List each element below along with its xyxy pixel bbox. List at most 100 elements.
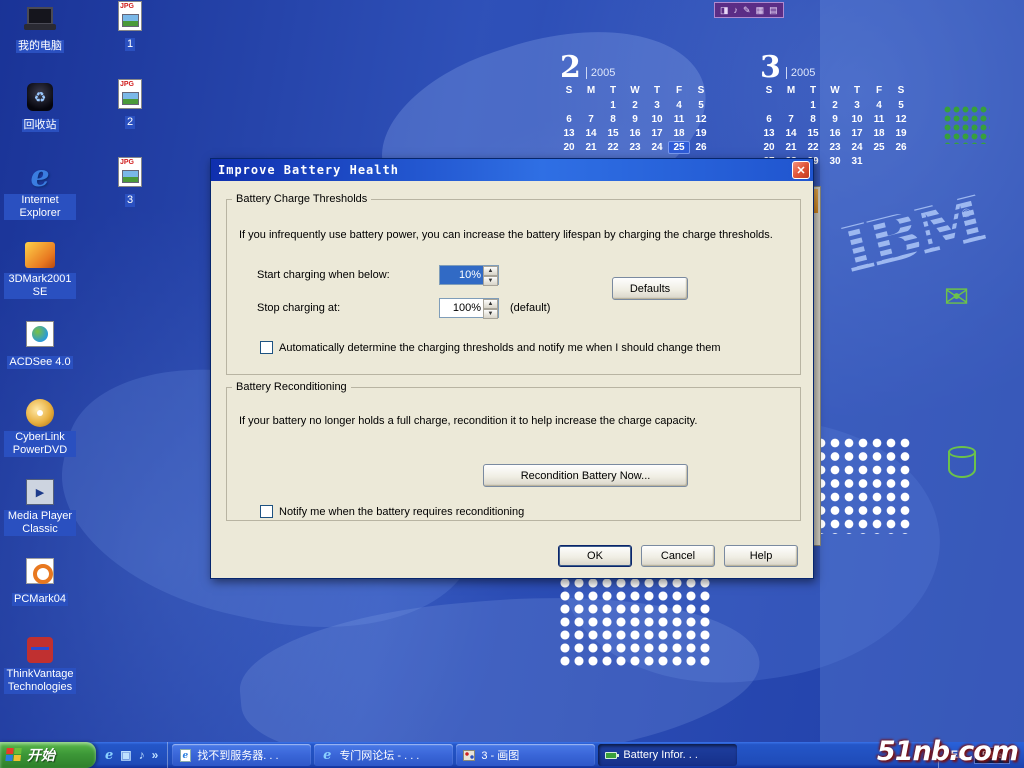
calendar-day: 12 bbox=[890, 113, 912, 126]
ibm-logo: IBM bbox=[835, 182, 990, 287]
notify-recondition-checkbox[interactable]: Notify me when the battery requires reco… bbox=[260, 505, 524, 518]
calendar-day bbox=[780, 99, 802, 112]
ie-doc-icon: e bbox=[178, 748, 192, 762]
start-charging-label: Start charging when below: bbox=[257, 269, 390, 281]
desktop-icon-recycle-bin[interactable]: ♻回收站 bbox=[4, 81, 76, 133]
calendar-day: 12 bbox=[690, 113, 712, 126]
calendar-day-header: S bbox=[690, 85, 712, 98]
jpg-icon: JPG bbox=[112, 78, 148, 110]
windows-flag-icon bbox=[5, 748, 22, 762]
ie-icon: e bbox=[22, 160, 58, 192]
quicklaunch-show-desktop-icon[interactable]: ▣ bbox=[120, 748, 131, 762]
calendar-day: 4 bbox=[668, 99, 690, 112]
taskbar: 开始 e ▣ ♪ » e 找不到服务器. . . e专门网论坛 - . . . 3 - 画图… bbox=[0, 742, 1024, 768]
calendar-day: 13 bbox=[758, 127, 780, 140]
calendar-day: 26 bbox=[690, 141, 712, 154]
51nb-watermark: 51nb.com bbox=[877, 736, 1018, 767]
tray-tool-icon[interactable]: ▤ bbox=[769, 5, 778, 15]
calendar-day bbox=[868, 155, 890, 168]
task-button-battery[interactable]: Battery Infor. . . bbox=[598, 744, 737, 766]
calendar-day: 19 bbox=[890, 127, 912, 140]
tray-tool-icon[interactable]: ✎ bbox=[743, 5, 751, 15]
desktop-icon-my-computer[interactable]: 我的电脑 bbox=[4, 2, 76, 54]
jpg-icon: JPG bbox=[112, 0, 148, 32]
calendar-day-header: F bbox=[668, 85, 690, 98]
task-button-label: 找不到服务器. . . bbox=[197, 747, 278, 763]
calendar-day: 7 bbox=[580, 113, 602, 126]
calendar-day: 6 bbox=[558, 113, 580, 126]
envelope-icon: ✉ bbox=[944, 280, 969, 315]
calendar-day: 15 bbox=[802, 127, 824, 140]
auto-determine-checkbox[interactable]: Automatically determine the charging thr… bbox=[260, 341, 720, 354]
desktop-icon-label: ACDSee 4.0 bbox=[7, 356, 72, 369]
stop-charging-value[interactable]: 100% bbox=[440, 299, 483, 317]
stop-charging-spinner[interactable]: 100% ▲ ▼ bbox=[439, 298, 499, 318]
quicklaunch-media-player-icon[interactable]: ♪ bbox=[139, 748, 145, 762]
calendar-day: 2 bbox=[624, 99, 646, 112]
calendar-day bbox=[890, 155, 912, 168]
tray-tool-icon[interactable]: ♪ bbox=[734, 5, 739, 15]
desktop-icon-acdsee[interactable]: ACDSee 4.0 bbox=[4, 318, 76, 370]
calendar-day-header: S bbox=[890, 85, 912, 98]
spin-down-button[interactable]: ▼ bbox=[483, 276, 498, 286]
calendar-day: 24 bbox=[846, 141, 868, 154]
task-button-ie-doc[interactable]: e 找不到服务器. . . bbox=[172, 744, 311, 766]
checkbox-icon[interactable] bbox=[260, 341, 273, 354]
cancel-button[interactable]: Cancel bbox=[641, 545, 715, 567]
desktop-icon-jpg[interactable]: JPG3 bbox=[94, 156, 166, 208]
quicklaunch-ie-icon[interactable]: e bbox=[105, 748, 113, 763]
start-charging-spinner[interactable]: 10% ▲ ▼ bbox=[439, 265, 499, 285]
calendar-day: 17 bbox=[646, 127, 668, 140]
spin-up-button[interactable]: ▲ bbox=[483, 299, 498, 309]
3dmark-icon bbox=[22, 239, 58, 271]
calendar-day-header: T bbox=[646, 85, 668, 98]
task-button-paint[interactable]: 3 - 画图 bbox=[456, 744, 595, 766]
ie-icon: e bbox=[320, 748, 334, 762]
wallpaper-shape bbox=[234, 578, 766, 768]
spin-down-button[interactable]: ▼ bbox=[483, 309, 498, 319]
desktop-icon-pcmark[interactable]: PCMark04 bbox=[4, 555, 76, 607]
calendar-day-header: T bbox=[846, 85, 868, 98]
tray-tool-icon[interactable]: ▦ bbox=[756, 5, 765, 15]
defaults-button[interactable]: Defaults bbox=[612, 277, 688, 300]
battery-icon bbox=[604, 748, 618, 762]
calendar-day: 22 bbox=[802, 141, 824, 154]
desktop-icon-jpg[interactable]: JPG1 bbox=[94, 0, 166, 52]
quicklaunch-overflow-chevron-icon[interactable]: » bbox=[152, 748, 159, 762]
help-button[interactable]: Help bbox=[724, 545, 798, 567]
desktop-icon-label: Internet Explorer bbox=[4, 194, 76, 220]
task-button-label: Battery Infor. . . bbox=[623, 749, 698, 761]
ok-button[interactable]: OK bbox=[558, 545, 632, 567]
dialog-titlebar[interactable]: Improve Battery Health ✕ bbox=[211, 159, 813, 181]
stop-charging-label: Stop charging at: bbox=[257, 302, 340, 314]
mpc-icon: ▶ bbox=[22, 476, 58, 508]
desktop-icon-powerdvd[interactable]: CyberLink PowerDVD bbox=[4, 397, 76, 458]
calendar-day-header: M bbox=[580, 85, 602, 98]
calendar-day: 17 bbox=[846, 127, 868, 140]
calendar-day: 25 bbox=[668, 141, 690, 154]
recondition-battery-button[interactable]: Recondition Battery Now... bbox=[483, 464, 688, 487]
task-button-label: 3 - 画图 bbox=[481, 747, 519, 763]
desktop-icon-3dmark[interactable]: 3DMark2001 SE bbox=[4, 239, 76, 300]
start-charging-value[interactable]: 10% bbox=[440, 266, 483, 284]
desktop-icon-thinkvantage[interactable]: ThinkVantage Technologies bbox=[4, 634, 76, 695]
calendar-day: 23 bbox=[624, 141, 646, 154]
desktop-icon-jpg[interactable]: JPG2 bbox=[94, 78, 166, 130]
calendar-day: 23 bbox=[824, 141, 846, 154]
desktop-icon-ie[interactable]: eInternet Explorer bbox=[4, 160, 76, 221]
desktop-icon-mpc[interactable]: ▶Media Player Classic bbox=[4, 476, 76, 537]
calendar-day: 7 bbox=[780, 113, 802, 126]
start-button[interactable]: 开始 bbox=[0, 742, 96, 768]
spin-up-button[interactable]: ▲ bbox=[483, 266, 498, 276]
close-button[interactable]: ✕ bbox=[792, 161, 810, 179]
calendar-day: 21 bbox=[580, 141, 602, 154]
green-dots-pattern bbox=[944, 106, 990, 144]
calendar-day: 9 bbox=[824, 113, 846, 126]
close-icon: ✕ bbox=[796, 164, 805, 177]
task-button-ie[interactable]: e专门网论坛 - . . . bbox=[314, 744, 453, 766]
calendar-day: 22 bbox=[602, 141, 624, 154]
thresholds-group-title: Battery Charge Thresholds bbox=[232, 193, 371, 205]
tray-tool-icon[interactable]: ◨ bbox=[720, 5, 729, 15]
checkbox-icon[interactable] bbox=[260, 505, 273, 518]
calendar-day: 31 bbox=[846, 155, 868, 168]
